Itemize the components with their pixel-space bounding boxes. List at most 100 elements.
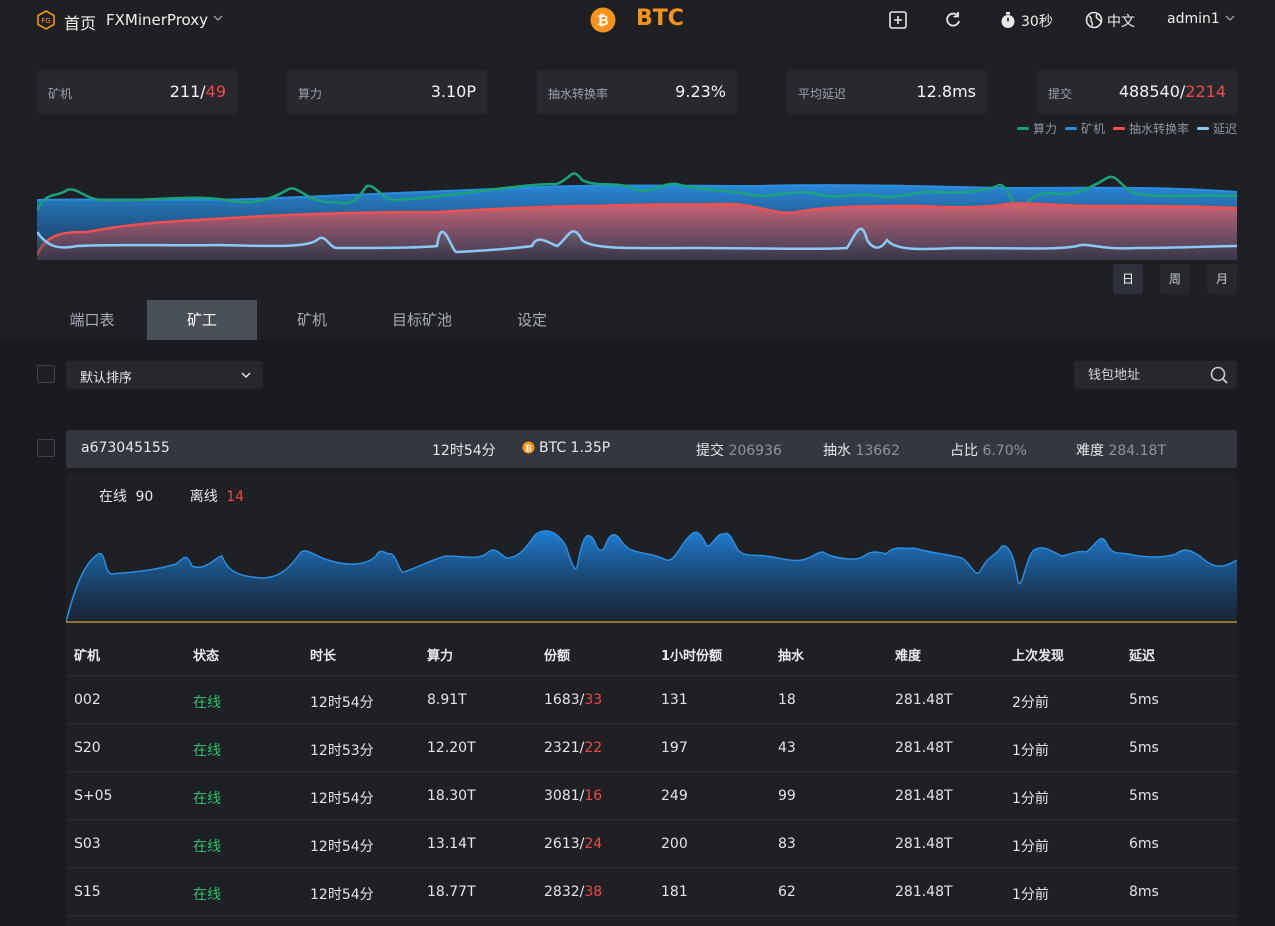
bitcoin-icon: ₿	[522, 441, 535, 454]
cell-latency: 8ms	[1129, 884, 1159, 900]
cell-name: S+05	[74, 788, 113, 804]
offline-count: 14	[226, 489, 245, 505]
refresh-interval[interactable]: 30秒	[1021, 11, 1053, 31]
stat-value: 3.10P	[430, 82, 476, 101]
svg-text:₿: ₿	[525, 443, 532, 453]
table-row[interactable]: 002 在线 12时54分 8.91T 1683/33 131 18 281.4…	[66, 676, 1237, 724]
language-selector[interactable]: 中文	[1107, 11, 1135, 31]
stat-miners: 矿机 211/49	[37, 70, 237, 114]
cell-fee: 83	[778, 836, 796, 852]
top-bar: FG 首页 FXMinerProxy ₿ BTC 30秒 中文 admin1	[0, 0, 1275, 40]
cell-latency: 5ms	[1129, 740, 1159, 756]
col-header[interactable]: 算力	[427, 645, 453, 664]
tab-workers[interactable]: 矿工	[147, 300, 257, 340]
wallet-search-input[interactable]	[1088, 366, 1198, 384]
legend-item[interactable]: 抽水转换率	[1112, 120, 1189, 137]
svg-text:FG: FG	[41, 17, 50, 25]
home-link[interactable]: 首页	[64, 10, 96, 34]
globe-icon[interactable]	[1084, 10, 1104, 30]
table-row[interactable]: S+05 在线 12时54分 18.30T 3081/16 249 99 281…	[66, 772, 1237, 820]
cell-hashrate: 12.20T	[427, 740, 476, 756]
miners-table: 矿机 状态 时长 算力 份额 1小时份额 抽水 难度 上次发现 延迟 002 在…	[66, 630, 1237, 916]
worker-share: 占比 6.70%	[950, 443, 1027, 459]
app-name-dropdown[interactable]: FXMinerProxy	[106, 11, 208, 29]
wallet-search[interactable]	[1074, 361, 1237, 389]
chevron-down-icon[interactable]	[212, 12, 224, 24]
col-header[interactable]: 矿机	[74, 645, 100, 664]
col-header[interactable]: 抽水	[778, 645, 804, 664]
cell-uptime: 12时53分	[310, 743, 374, 759]
cell-hashrate: 18.77T	[427, 884, 476, 900]
bitcoin-icon: ₿	[590, 7, 616, 33]
search-icon[interactable]	[1209, 365, 1229, 385]
col-header[interactable]: 上次发现	[1012, 645, 1064, 664]
cell-uptime: 12时54分	[310, 695, 374, 711]
tab-bar: 端口表 矿工 矿机 目标矿池 设定	[0, 300, 1275, 340]
worker-checkbox[interactable]	[37, 439, 55, 457]
worker-submits: 提交 206936	[696, 443, 782, 459]
legend-item[interactable]: 算力	[1016, 120, 1057, 137]
stat-value: 488540/2214	[1118, 82, 1226, 101]
tab-miners[interactable]: 矿机	[257, 300, 367, 340]
stat-fee-rate: 抽水转换率 9.23%	[537, 70, 737, 114]
worker-detail-panel: 在线 90 离线 14 矿机 状态 时长 算力 份额 1小时份额 抽水 难度 上…	[66, 474, 1237, 926]
cell-hour-shares: 197	[661, 740, 688, 756]
stat-value: 12.8ms	[916, 82, 976, 101]
tab-target-pools[interactable]: 目标矿池	[367, 300, 477, 340]
cell-name: 002	[74, 692, 101, 708]
svg-text:₿: ₿	[597, 13, 608, 29]
cell-hashrate: 13.14T	[427, 836, 476, 852]
col-header[interactable]: 1小时份额	[661, 645, 722, 664]
timer-icon[interactable]	[998, 10, 1018, 30]
legend-item[interactable]: 延迟	[1196, 120, 1237, 137]
cell-difficulty: 281.48T	[895, 836, 953, 852]
cell-uptime: 12时54分	[310, 887, 374, 903]
worker-row[interactable]: a673045155 12时54分 ₿ BTC 1.35P 提交 206936 抽…	[66, 430, 1237, 468]
stat-latency: 平均延迟 12.8ms	[787, 70, 987, 114]
add-icon[interactable]	[888, 10, 908, 30]
chart-legend: 算力 矿机 抽水转换率 延迟	[1016, 120, 1237, 137]
col-header[interactable]: 状态	[193, 645, 219, 664]
range-day-button[interactable]: 日	[1113, 264, 1143, 294]
cell-shares: 3081/16	[544, 788, 603, 804]
tab-ports[interactable]: 端口表	[37, 300, 147, 340]
range-week-button[interactable]: 周	[1160, 264, 1190, 294]
cell-shares: 1683/33	[544, 692, 603, 708]
cell-last-found: 1分前	[1012, 839, 1049, 855]
cell-hour-shares: 200	[661, 836, 688, 852]
overview-chart	[37, 172, 1237, 260]
cell-status: 在线	[193, 887, 221, 903]
tab-settings[interactable]: 设定	[477, 300, 587, 340]
cell-difficulty: 281.48T	[895, 740, 953, 756]
stat-value: 211/49	[169, 82, 226, 101]
refresh-icon[interactable]	[943, 10, 963, 30]
table-row[interactable]: S03 在线 12时54分 13.14T 2613/24 200 83 281.…	[66, 820, 1237, 868]
chevron-down-icon[interactable]	[1224, 12, 1236, 24]
cell-name: S20	[74, 740, 101, 756]
stat-label: 抽水转换率	[548, 87, 609, 101]
col-header[interactable]: 时长	[310, 645, 336, 664]
legend-item[interactable]: 矿机	[1064, 120, 1105, 137]
col-header[interactable]: 份额	[544, 645, 570, 664]
cell-difficulty: 281.48T	[895, 884, 953, 900]
online-count: 90	[135, 489, 154, 505]
col-header[interactable]: 难度	[895, 645, 921, 664]
cell-difficulty: 281.48T	[895, 692, 953, 708]
user-menu[interactable]: admin1	[1167, 11, 1220, 27]
cell-last-found: 1分前	[1012, 743, 1049, 759]
stat-label: 算力	[298, 87, 323, 101]
range-month-button[interactable]: 月	[1207, 264, 1237, 294]
stat-label: 平均延迟	[798, 87, 847, 101]
col-header[interactable]: 延迟	[1129, 645, 1155, 664]
stat-value: 9.23%	[675, 82, 726, 101]
sort-select[interactable]: 默认排序	[66, 361, 263, 389]
table-row[interactable]: S15 在线 12时54分 18.77T 2832/38 181 62 281.…	[66, 868, 1237, 916]
cell-shares: 2832/38	[544, 884, 603, 900]
select-all-checkbox[interactable]	[37, 365, 55, 383]
worker-status-summary: 在线 90 离线 14	[99, 489, 245, 505]
cell-latency: 5ms	[1129, 788, 1159, 804]
table-row[interactable]: S20 在线 12时53分 12.20T 2321/22 197 43 281.…	[66, 724, 1237, 772]
cell-latency: 6ms	[1129, 836, 1159, 852]
cell-status: 在线	[193, 743, 221, 759]
cell-fee: 18	[778, 692, 796, 708]
